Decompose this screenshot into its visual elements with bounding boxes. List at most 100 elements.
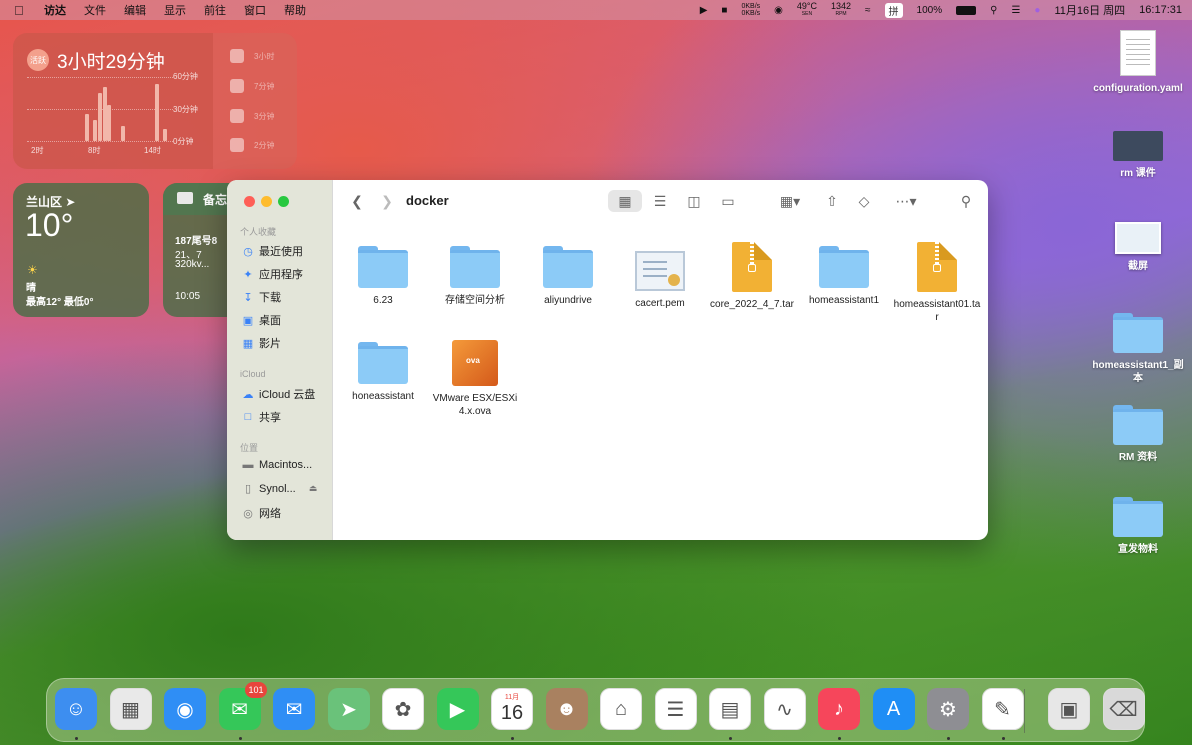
sidebar-item-applications[interactable]: ✦ 应用程序: [242, 266, 303, 282]
desktop-icon-promo-materials[interactable]: 宣发物料: [1088, 497, 1188, 556]
dock-app-finder[interactable]: ☺: [55, 688, 97, 730]
cat-icon[interactable]: ■: [721, 5, 727, 16]
screen-time-y-label: 0分钟: [173, 137, 194, 146]
control-center-icon[interactable]: ☰: [1011, 5, 1020, 16]
folder-icon: [450, 246, 500, 288]
search-icon[interactable]: ⚲: [955, 190, 977, 212]
dock-app-preview[interactable]: ▣: [1048, 688, 1090, 730]
menu-window[interactable]: 窗口: [244, 2, 266, 18]
cpu-temp[interactable]: 49°C SEN: [797, 2, 817, 18]
screen-time-legend-item: 3分钟: [230, 109, 274, 123]
zoom-button[interactable]: [278, 196, 289, 207]
minimize-button[interactable]: [261, 196, 272, 207]
dock-app-system-settings[interactable]: ⚙: [927, 688, 969, 730]
more-actions-icon[interactable]: ⋯▾: [889, 190, 923, 212]
screen-time-x-label: 2时: [31, 146, 44, 155]
search-icon[interactable]: ⚲: [990, 5, 997, 16]
network-speed[interactable]: 0KB/s 0KB/s: [741, 3, 760, 17]
eject-icon[interactable]: ⏏: [309, 483, 318, 494]
back-chevron-icon[interactable]: ❮: [349, 190, 365, 212]
file-item[interactable]: homeassistant1: [799, 246, 889, 307]
sidebar-item-icloud-drive[interactable]: ☁ iCloud 云盘: [242, 386, 316, 402]
user-status-icon[interactable]: ◉: [774, 5, 783, 16]
screen-time-bar: [98, 93, 102, 141]
tag-icon[interactable]: ◇: [853, 190, 875, 212]
dock-app-messages[interactable]: ✉ 101: [218, 682, 267, 730]
menu-date[interactable]: 11月16日 周四: [1054, 2, 1125, 18]
download-icon: ↧: [243, 291, 253, 304]
dock-app-contacts[interactable]: ☻: [545, 688, 588, 730]
dock-app-home[interactable]: ⌂: [600, 688, 642, 730]
file-item[interactable]: core_2022_4_7.tar: [707, 242, 797, 311]
dock-app-calendar[interactable]: 11月 16: [491, 688, 533, 730]
group-by-icon[interactable]: ▦▾: [773, 190, 807, 212]
file-item[interactable]: aliyundrive: [523, 246, 613, 307]
desktop-icon-screenshots[interactable]: 截屏: [1088, 222, 1188, 273]
menu-clock[interactable]: 16:17:31: [1139, 4, 1182, 16]
share-icon[interactable]: ⇧: [821, 190, 843, 212]
siri-icon[interactable]: ●: [1034, 5, 1040, 16]
file-item[interactable]: ova VMware ESX/ESXi 4.x.ova: [430, 338, 520, 418]
apple-menu-icon[interactable]: : [14, 3, 30, 18]
battery-icon[interactable]: [956, 5, 977, 15]
menu-view[interactable]: 显示: [164, 2, 186, 18]
menu-app-name[interactable]: 访达: [44, 2, 66, 18]
input-method[interactable]: 拼: [884, 2, 903, 18]
file-item[interactable]: 存储空间分析: [430, 246, 520, 307]
play-icon[interactable]: ▶: [700, 5, 708, 16]
desktop-icon-configuration[interactable]: configuration.yaml: [1088, 30, 1188, 95]
dock-app-maps[interactable]: ➤: [327, 688, 370, 730]
desktop-icon-rm-courseware[interactable]: rm 课件: [1088, 131, 1188, 180]
dock-app-safari[interactable]: ◉: [164, 688, 206, 730]
dock-app-launchpad[interactable]: ▦: [109, 688, 152, 730]
sidebar-item-macintosh[interactable]: ▬ Macintos...: [242, 459, 313, 471]
sidebar-item-downloads[interactable]: ↧ 下载: [242, 289, 281, 305]
dock-app-facetime[interactable]: ▶: [436, 688, 479, 730]
weather-widget[interactable]: 兰山区 ➤ 10° ☀ 晴 最高12° 最低0°: [13, 183, 149, 317]
sidebar-section-favorites: 个人收藏: [240, 227, 277, 237]
dock-app-photos[interactable]: ✿: [382, 688, 424, 730]
dock-app-music[interactable]: ♪: [818, 688, 860, 730]
desktop-icon-homeassistant-copy[interactable]: homeassistant1_副本: [1088, 313, 1188, 385]
close-button[interactable]: [244, 196, 255, 207]
screen-time-widget[interactable]: 活跃 3小时29分钟 60分钟 30分钟 0分钟 2时 8时 14时 3小时 7…: [13, 33, 297, 169]
desktop-icon-rm-materials[interactable]: RM 资料: [1088, 405, 1188, 464]
dock-app-notes[interactable]: ▤: [709, 688, 751, 730]
dock-app-textedit[interactable]: ✎: [981, 688, 1024, 730]
dock-app-app-store[interactable]: A: [872, 688, 915, 730]
sidebar-item-network[interactable]: ◎ 网络: [242, 505, 281, 521]
gallery-view-icon[interactable]: ▭: [717, 190, 739, 212]
dock-app-freeform[interactable]: ∿: [763, 688, 806, 730]
battery-percent[interactable]: 100%: [917, 5, 943, 16]
folder-icon: [1113, 405, 1163, 445]
sidebar-item-desktop[interactable]: ▣ 桌面: [242, 312, 281, 328]
screen-time-badge: 活跃: [27, 49, 49, 71]
list-view-icon[interactable]: ☰: [649, 190, 671, 212]
file-item[interactable]: cacert.pem: [615, 246, 705, 310]
menu-file[interactable]: 文件: [84, 2, 106, 18]
sidebar-item-recents[interactable]: ◷ 最近使用: [242, 243, 303, 259]
messages-icon: ✉: [231, 698, 248, 721]
messages-badge: 101: [245, 682, 267, 698]
sidebar-item-synology[interactable]: ▯ Synol... ⏏: [242, 482, 318, 496]
menu-edit[interactable]: 编辑: [124, 2, 146, 18]
wifi-icon[interactable]: ≈: [865, 5, 871, 16]
dock-app-reminders[interactable]: ☰: [654, 688, 697, 730]
dock-app-mail[interactable]: ✉: [273, 688, 315, 730]
column-view-icon[interactable]: ◫: [683, 190, 705, 212]
menu-go[interactable]: 前往: [204, 2, 226, 18]
folder-icon: [358, 342, 408, 384]
contacts-icon: ☻: [555, 697, 578, 720]
sidebar-item-shared[interactable]: □ 共享: [242, 409, 281, 425]
file-name: 存储空间分析: [445, 295, 505, 306]
file-name: aliyundrive: [544, 295, 592, 306]
forward-chevron-icon[interactable]: ❯: [379, 190, 395, 212]
menu-help[interactable]: 帮助: [284, 2, 306, 18]
file-item[interactable]: homeassistant01.tar: [892, 242, 982, 324]
file-item[interactable]: 6.23: [338, 246, 428, 307]
sidebar-item-movies[interactable]: ▦ 影片: [242, 335, 281, 351]
icon-view-icon[interactable]: ▦: [608, 190, 642, 212]
dock-app-trash[interactable]: ⌫: [1102, 688, 1145, 730]
file-item[interactable]: honeassistant: [338, 342, 428, 403]
fan-speed[interactable]: 1342 RPM: [831, 2, 851, 18]
